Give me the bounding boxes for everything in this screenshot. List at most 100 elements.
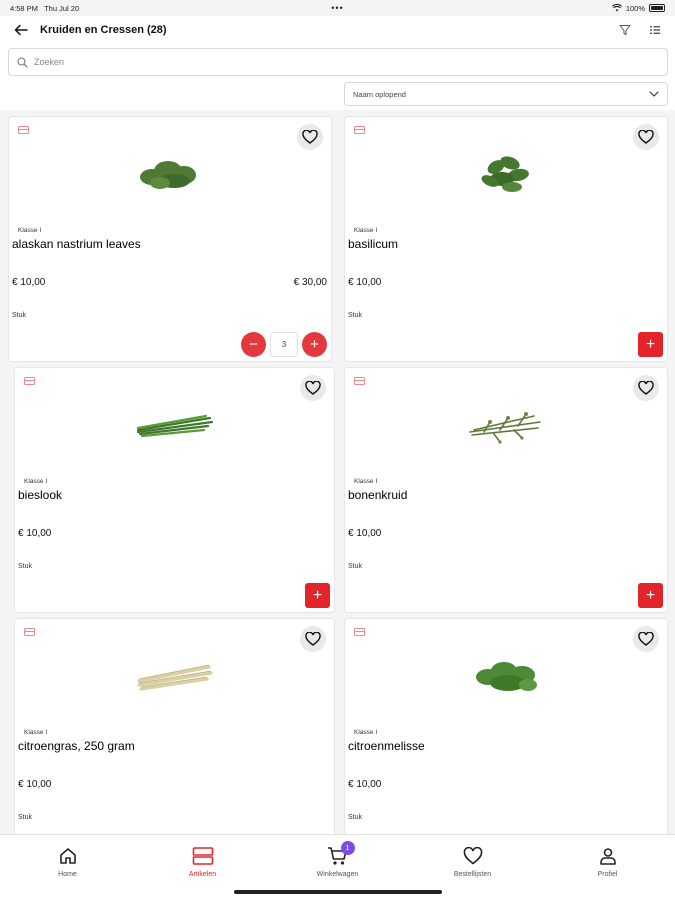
heart-icon [305, 632, 321, 646]
product-price: € 10,00 [348, 277, 382, 288]
product-price: € 10,00 [18, 779, 52, 790]
add-to-cart-button[interactable]: + [305, 583, 330, 608]
product-card[interactable]: Klasse I citroengras, 250 gram € 10,00 S… [14, 618, 335, 838]
heart-icon [638, 381, 654, 395]
product-name: citroengras, 250 gram [18, 739, 135, 753]
favorite-button[interactable] [633, 124, 659, 150]
product-unit: Stuk [18, 563, 33, 570]
favorite-button[interactable] [300, 626, 326, 652]
product-card[interactable]: Klasse I basilicum € 10,00 Stuk + [344, 116, 668, 362]
product-image [115, 145, 225, 201]
product-unit: Stuk [12, 312, 27, 319]
app-screen: 4:58 PM Thu Jul 20 ••• 100% Kruiden en C… [0, 0, 675, 900]
filter-button[interactable] [617, 22, 633, 38]
multitask-dots[interactable]: ••• [331, 3, 343, 13]
minus-icon: − [249, 336, 258, 353]
search-icon [17, 56, 28, 68]
product-class: Klasse I [24, 729, 48, 736]
quantity-stepper: − 3 + [241, 332, 327, 357]
product-image [451, 647, 561, 703]
product-image [120, 396, 230, 452]
nav-item-home[interactable]: Home [0, 835, 135, 900]
search-bar[interactable] [8, 48, 668, 76]
promo-tag-icon [354, 628, 365, 636]
favorite-button[interactable] [633, 626, 659, 652]
header-bar: Kruiden en Cressen (28) [0, 18, 675, 42]
heart-icon [638, 130, 654, 144]
heart-icon [638, 632, 654, 646]
nav-label: Winkelwagen [316, 871, 359, 878]
sort-label: Naam oplopend [353, 89, 406, 99]
articles-icon [192, 845, 214, 867]
list-icon [650, 26, 660, 34]
promo-tag-icon [354, 377, 365, 385]
increase-button[interactable]: + [302, 332, 327, 357]
search-input[interactable] [34, 57, 634, 67]
nav-item-profiel[interactable]: Profiel [540, 835, 675, 900]
product-total-price: € 30,00 [293, 277, 327, 288]
heart-icon [462, 845, 484, 867]
chevron-down-icon [649, 91, 659, 97]
status-date: Thu Jul 20 [44, 3, 80, 13]
back-button[interactable] [12, 21, 30, 39]
promo-tag-icon [24, 628, 35, 636]
profile-icon [597, 845, 619, 867]
favorite-button[interactable] [297, 124, 323, 150]
product-price: € 10,00 [348, 528, 382, 539]
filter-icon [619, 25, 631, 35]
product-class: Klasse I [24, 478, 48, 485]
product-class: Klasse I [18, 227, 42, 234]
favorite-button[interactable] [633, 375, 659, 401]
product-card[interactable]: Klasse I alaskan nastrium leaves € 10,00… [8, 116, 332, 362]
product-unit: Stuk [348, 312, 363, 319]
favorite-button[interactable] [300, 375, 326, 401]
status-bar: 4:58 PM Thu Jul 20 ••• 100% [0, 0, 675, 16]
product-card[interactable]: Klasse I bieslook € 10,00 Stuk + [14, 367, 335, 613]
product-card[interactable]: Klasse I bonenkruid € 10,00 Stuk + [344, 367, 668, 613]
home-icon [57, 845, 79, 867]
decrease-button[interactable]: − [241, 332, 266, 357]
heart-icon [302, 130, 318, 144]
product-class: Klasse I [354, 478, 378, 485]
product-image [451, 396, 561, 452]
product-class: Klasse I [354, 227, 378, 234]
product-image [120, 647, 230, 703]
add-to-cart-button[interactable]: + [638, 583, 663, 608]
product-name: bonenkruid [348, 488, 408, 502]
product-card[interactable]: Klasse I citroenmelisse € 10,00 Stuk [344, 618, 668, 838]
product-unit: Stuk [18, 814, 33, 821]
product-class: Klasse I [354, 729, 378, 736]
home-indicator[interactable] [234, 890, 442, 894]
nav-label: Artikelen [188, 871, 217, 878]
status-time: 4:58 PM [10, 3, 38, 13]
plus-icon: + [312, 586, 323, 604]
battery-percentage: 100% [625, 3, 645, 13]
page-title: Kruiden en Cressen (28) [40, 24, 167, 36]
product-image [451, 145, 561, 201]
arrow-left-icon [14, 24, 28, 36]
product-name: basilicum [348, 237, 399, 251]
product-unit: Stuk [348, 563, 363, 570]
quantity-field[interactable]: 3 [270, 332, 298, 357]
product-name: bieslook [18, 488, 63, 502]
promo-tag-icon [354, 126, 365, 134]
wifi-icon [611, 4, 622, 12]
plus-icon: + [310, 336, 319, 353]
heart-icon [305, 381, 321, 395]
product-price: € 10,00 [12, 277, 46, 288]
bottom-navigation: Home Artikelen 1 Winkelwagen Bestellijst… [0, 834, 675, 900]
sort-dropdown[interactable]: Naam oplopend [344, 82, 668, 106]
plus-icon: + [645, 586, 656, 604]
cart-badge: 1 [340, 841, 355, 855]
product-name: alaskan nastrium leaves [12, 237, 141, 251]
status-left: 4:58 PM Thu Jul 20 [10, 4, 612, 13]
plus-icon: + [645, 335, 656, 353]
list-view-button[interactable] [647, 22, 663, 38]
promo-tag-icon [18, 126, 29, 134]
nav-label: Profiel [597, 871, 618, 878]
product-price: € 10,00 [18, 528, 52, 539]
add-to-cart-button[interactable]: + [638, 332, 663, 357]
promo-tag-icon [24, 377, 35, 385]
battery-icon [649, 4, 665, 12]
status-right: 100% [611, 3, 665, 13]
